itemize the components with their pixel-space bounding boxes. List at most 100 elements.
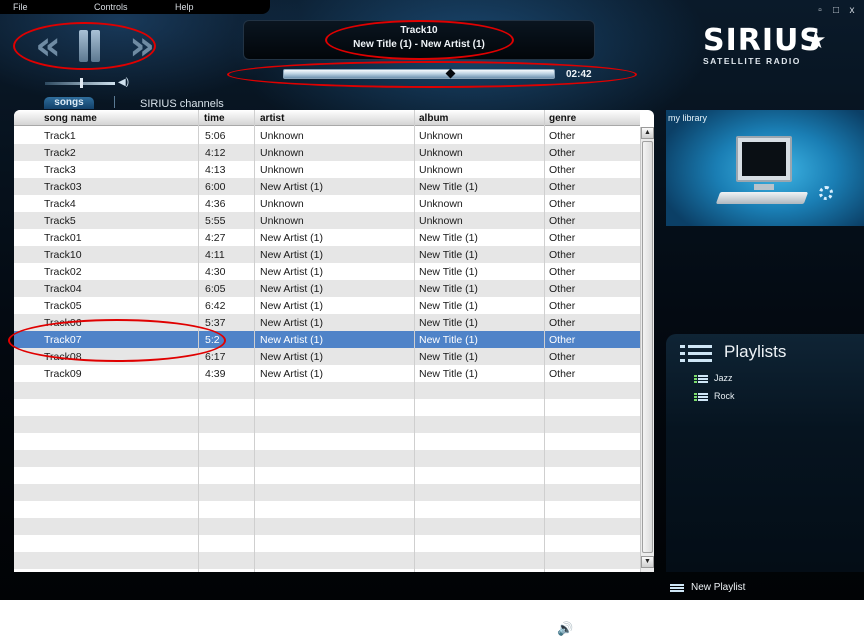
song-name-cell: Track2 xyxy=(44,147,76,159)
empty-table-row xyxy=(14,467,640,484)
artist-cell: New Artist (1) xyxy=(260,351,324,363)
sirius-player-window: File Controls Help ▫ □ x « » ◀) Track10 … xyxy=(0,0,864,600)
song-name-cell: Track08 xyxy=(44,351,82,363)
song-name-cell: Track05 xyxy=(44,300,82,312)
album-cell: New Title (1) xyxy=(419,181,478,193)
my-library-label: my library xyxy=(668,113,708,123)
restore-icon[interactable]: □ xyxy=(830,6,842,16)
table-row[interactable]: Track01 4:27 New Artist (1) New Title (1) Ot… xyxy=(14,229,640,246)
table-row[interactable]: Track08 6:17 New Artist (1) New Title (1) Ot… xyxy=(14,348,640,365)
column-header-artist[interactable]: artist xyxy=(260,113,284,124)
artist-cell: Unknown xyxy=(260,198,304,210)
column-header-time[interactable]: time xyxy=(204,113,225,124)
artist-cell: Unknown xyxy=(260,147,304,159)
my-library-panel[interactable]: my library xyxy=(666,110,864,226)
genre-cell: Other xyxy=(549,130,576,142)
table-row[interactable]: Track07 5:2 New Artist (1) New Title (1) Oth… xyxy=(14,331,640,348)
menu-file[interactable]: File xyxy=(13,2,28,12)
previous-button[interactable]: « xyxy=(24,23,62,69)
scroll-up-icon[interactable]: ▲ xyxy=(641,127,654,139)
speaker-icon[interactable]: 🔊 xyxy=(557,621,573,637)
table-header: song name time artist album genre xyxy=(14,110,640,126)
column-divider xyxy=(414,110,415,572)
menu-bar: File Controls Help xyxy=(0,0,270,14)
table-row[interactable]: Track03 6:00 New Artist (1) New Title (1) Ot… xyxy=(14,178,640,195)
menu-controls[interactable]: Controls xyxy=(94,2,128,12)
table-row[interactable]: Track4 4:36 Unknown Unknown Other xyxy=(14,195,640,212)
column-header-song-name[interactable]: song name xyxy=(44,113,97,124)
table-row[interactable]: Track5 5:55 Unknown Unknown Other xyxy=(14,212,640,229)
pause-button[interactable] xyxy=(76,28,102,64)
song-name-cell: Track04 xyxy=(44,283,82,295)
table-row[interactable]: Track06 5:37 New Artist (1) New Title (1) Ot… xyxy=(14,314,640,331)
genre-cell: Other xyxy=(549,368,576,380)
keyboard-icon xyxy=(715,192,809,204)
next-icon: » xyxy=(129,23,155,69)
dog-logo-icon: ★ xyxy=(805,27,827,54)
table-row[interactable]: Track10 4:11 New Artist (1) New Title (1) Ot… xyxy=(14,246,640,263)
scroll-thumb[interactable] xyxy=(642,141,653,553)
loading-icon xyxy=(819,186,833,200)
close-icon[interactable]: x xyxy=(846,6,858,16)
song-table: song name time artist album genre Track1… xyxy=(14,110,654,572)
album-cell: New Title (1) xyxy=(419,283,478,295)
time-cell: 6:05 xyxy=(205,283,226,295)
song-name-cell: Track1 xyxy=(44,130,76,142)
empty-table-row xyxy=(14,382,640,399)
time-cell: 5:37 xyxy=(205,317,226,329)
artist-cell: Unknown xyxy=(260,215,304,227)
minimize-icon[interactable]: ▫ xyxy=(814,6,826,16)
table-row[interactable]: Track3 4:13 Unknown Unknown Other xyxy=(14,161,640,178)
empty-table-row xyxy=(14,535,640,552)
empty-table-row xyxy=(14,399,640,416)
genre-cell: Other xyxy=(549,198,576,210)
volume-handle[interactable] xyxy=(80,78,83,88)
previous-icon: « xyxy=(35,23,61,69)
column-header-genre[interactable]: genre xyxy=(549,113,576,124)
song-name-cell: Track3 xyxy=(44,164,76,176)
pause-icon xyxy=(76,28,102,64)
artist-cell: New Artist (1) xyxy=(260,300,324,312)
playlist-list-icon xyxy=(680,342,712,364)
time-cell: 4:39 xyxy=(205,368,226,380)
song-name-cell: Track06 xyxy=(44,317,82,329)
empty-table-row xyxy=(14,552,640,569)
artist-cell: New Artist (1) xyxy=(260,317,324,329)
genre-cell: Other xyxy=(549,147,576,159)
artist-cell: Unknown xyxy=(260,164,304,176)
genre-cell: Other xyxy=(549,334,576,346)
table-row[interactable]: Track2 4:12 Unknown Unknown Other xyxy=(14,144,640,161)
table-row[interactable]: Track04 6:05 New Artist (1) New Title (1) Ot… xyxy=(14,280,640,297)
song-name-cell: Track02 xyxy=(44,266,82,278)
time-cell: 5:06 xyxy=(205,130,226,142)
vertical-scrollbar[interactable]: ▲ ▼ xyxy=(640,127,654,572)
empty-table-row xyxy=(14,518,640,535)
genre-cell: Other xyxy=(549,164,576,176)
tab-sirius-channels[interactable]: SIRIUS channels xyxy=(140,98,224,110)
song-name-cell: Track4 xyxy=(44,198,76,210)
table-row[interactable]: Track05 6:42 New Artist (1) New Title (1) Ot… xyxy=(14,297,640,314)
time-cell: 4:36 xyxy=(205,198,226,210)
column-divider xyxy=(254,110,255,572)
column-divider xyxy=(198,110,199,572)
track-progress-bar[interactable] xyxy=(283,69,555,79)
song-name-cell: Track09 xyxy=(44,368,82,380)
column-divider xyxy=(544,110,545,572)
table-row[interactable]: Track1 5:06 Unknown Unknown Other xyxy=(14,127,640,144)
table-row[interactable]: Track02 4:30 New Artist (1) New Title (1) Ot… xyxy=(14,263,640,280)
album-cell: Unknown xyxy=(419,130,463,142)
next-button[interactable]: » xyxy=(118,23,156,69)
time-cell: 6:42 xyxy=(205,300,226,312)
song-name-cell: Track01 xyxy=(44,232,82,244)
artist-cell: New Artist (1) xyxy=(260,232,324,244)
scroll-down-icon[interactable]: ▼ xyxy=(641,556,654,568)
menu-help[interactable]: Help xyxy=(175,2,194,12)
tab-songs[interactable]: songs xyxy=(44,97,94,109)
artist-cell: New Artist (1) xyxy=(260,266,324,278)
column-header-album[interactable]: album xyxy=(419,113,448,124)
table-row[interactable]: Track09 4:39 New Artist (1) New Title (1) Ot… xyxy=(14,365,640,382)
time-cell: 6:00 xyxy=(205,181,226,193)
speaker-icon[interactable]: ◀) xyxy=(118,77,129,88)
album-cell: New Title (1) xyxy=(419,334,478,346)
sirius-logo: SIRIUS SATELLITE RADIO ★ xyxy=(703,24,833,72)
